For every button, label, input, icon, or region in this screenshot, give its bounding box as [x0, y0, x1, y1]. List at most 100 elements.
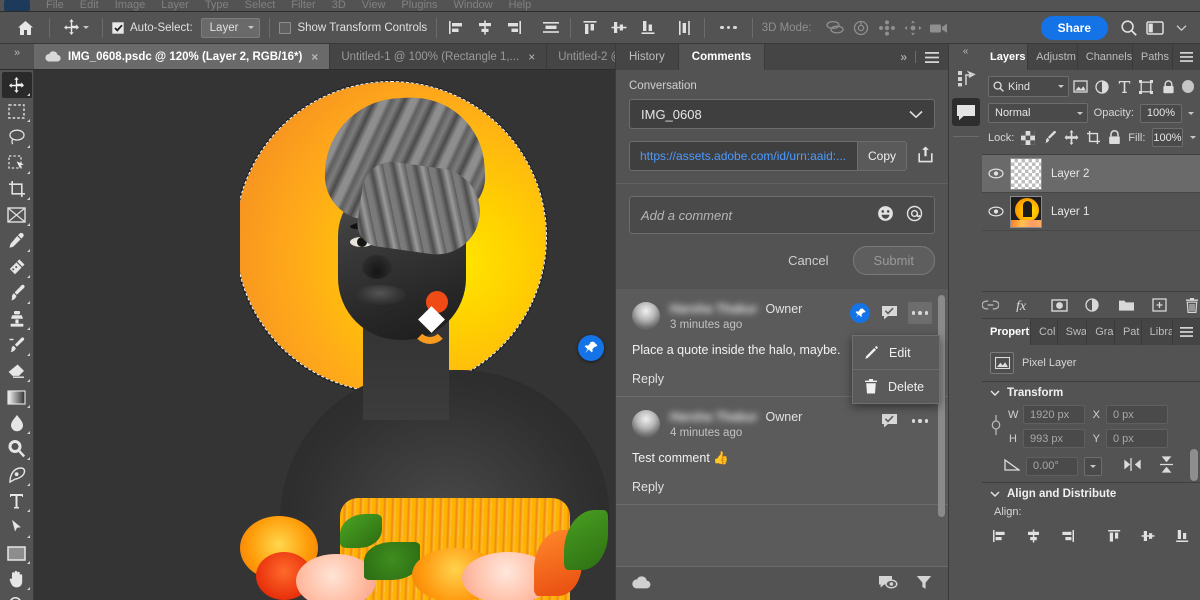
share-button[interactable]: Share: [1040, 15, 1108, 40]
submit-button[interactable]: Submit: [852, 246, 935, 275]
type-tool-icon[interactable]: [2, 488, 32, 514]
active-tool-move-tool-icon[interactable]: [59, 17, 93, 38]
menu-item-window[interactable]: Window: [446, 0, 501, 11]
align-vertical-centers-icon[interactable]: [609, 18, 629, 38]
width-input[interactable]: 1920 px: [1023, 405, 1085, 424]
filter-pixel-icon[interactable]: [1069, 76, 1091, 97]
fill-value[interactable]: 100%: [1152, 128, 1183, 147]
align-vertical-centers-icon[interactable]: [1139, 526, 1159, 546]
link-layers-icon[interactable]: [982, 296, 999, 314]
menu-item-filter[interactable]: Filter: [283, 0, 323, 11]
more-options-icon[interactable]: [908, 302, 932, 324]
cancel-button[interactable]: Cancel: [776, 247, 840, 274]
tab-comments[interactable]: Comments: [678, 44, 766, 70]
panel-menu-icon[interactable]: [916, 44, 948, 70]
mention-at-icon[interactable]: [906, 205, 923, 225]
collapse-panels-icon[interactable]: «: [963, 44, 969, 58]
lock-artboard-nesting-icon[interactable]: [1086, 130, 1101, 145]
rectangular-marquee-tool-icon[interactable]: [2, 98, 32, 124]
menu-item-edit[interactable]: Edit: [72, 0, 107, 11]
delete-layer-icon[interactable]: [1184, 296, 1200, 314]
align-bottom-edges-icon[interactable]: [1172, 526, 1192, 546]
cloud-sync-icon[interactable]: [632, 575, 651, 592]
close-icon[interactable]: ×: [528, 50, 535, 64]
menu-item-type[interactable]: Type: [197, 0, 237, 11]
expand-panels-icon[interactable]: »: [892, 44, 915, 70]
align-top-edges-icon[interactable]: [1105, 526, 1125, 546]
tab-paths[interactable]: Paths: [1132, 44, 1173, 70]
tab-history[interactable]: History: [616, 44, 679, 70]
lasso-tool-icon[interactable]: [2, 124, 32, 150]
hand-tool-icon[interactable]: [2, 566, 32, 592]
context-menu-item-delete[interactable]: Delete: [853, 369, 939, 403]
search-icon[interactable]: [1116, 15, 1142, 41]
context-menu-item-edit[interactable]: Edit: [853, 336, 939, 369]
comment-pin-icon[interactable]: [850, 303, 870, 323]
menu-item-help[interactable]: Help: [501, 0, 540, 11]
align-top-edges-icon[interactable]: [580, 18, 600, 38]
new-group-icon[interactable]: [1118, 296, 1135, 314]
workspace-chevron-down-icon[interactable]: [1168, 15, 1194, 41]
opacity-chevron-down-icon[interactable]: [1188, 111, 1194, 115]
filters-on-toggle[interactable]: [1181, 80, 1195, 93]
layer-row-layer-2[interactable]: Layer 2: [982, 155, 1200, 193]
layer-row-layer-1[interactable]: Layer 1: [982, 193, 1200, 231]
conversation-dropdown[interactable]: IMG_0608: [629, 99, 935, 129]
move-tool-icon[interactable]: [1, 72, 32, 98]
menu-item-3d[interactable]: 3D: [324, 0, 354, 11]
layer-style-fx-icon[interactable]: fx: [1016, 296, 1034, 314]
camera-3d-icon[interactable]: [926, 15, 952, 41]
distribute-horizontally-icon[interactable]: [541, 18, 561, 38]
canvas-comment-pin-icon[interactable]: [578, 335, 604, 361]
y-input[interactable]: 0 px: [1106, 429, 1168, 448]
tab-layers[interactable]: Layers: [982, 44, 1029, 70]
share-export-icon[interactable]: [916, 145, 935, 167]
eye-icon[interactable]: [982, 206, 1010, 217]
tool-preset-chevron-down-icon[interactable]: [83, 26, 89, 29]
align-section-header[interactable]: Align and Distribute: [982, 483, 1200, 504]
eye-icon[interactable]: [982, 168, 1010, 179]
align-bottom-edges-icon[interactable]: [638, 18, 658, 38]
roll-3d-icon[interactable]: [848, 15, 874, 41]
gradient-tool-icon[interactable]: [2, 384, 32, 410]
show-comments-icon[interactable]: [878, 575, 898, 593]
align-left-edges-icon[interactable]: [990, 526, 1010, 546]
transform-section-header[interactable]: Transform: [982, 382, 1200, 403]
menu-item-image[interactable]: Image: [107, 0, 154, 11]
filter-icon[interactable]: [916, 575, 932, 593]
comments-scrollbar[interactable]: [938, 295, 945, 517]
brush-tool-icon[interactable]: [2, 280, 32, 306]
flip-vertical-icon[interactable]: [1159, 456, 1174, 476]
eyedropper-tool-icon[interactable]: [2, 228, 32, 254]
emoji-icon[interactable]: [877, 205, 894, 225]
expand-panel-icon[interactable]: »: [0, 44, 34, 69]
opacity-value[interactable]: 100%: [1140, 103, 1182, 123]
align-right-edges-icon[interactable]: [504, 18, 524, 38]
slide-3d-icon[interactable]: [900, 15, 926, 41]
show-transform-controls-checkbox[interactable]: [279, 21, 292, 34]
blend-mode-dropdown[interactable]: Normal: [988, 103, 1088, 123]
tab-properties[interactable]: Properties: [982, 319, 1031, 345]
home-icon[interactable]: [10, 15, 40, 41]
reply-button[interactable]: Reply: [632, 480, 932, 494]
filter-type-icon[interactable]: [1113, 76, 1135, 97]
flip-horizontal-icon[interactable]: [1124, 457, 1141, 475]
menu-item-view[interactable]: View: [354, 0, 394, 11]
resolve-comment-icon[interactable]: [877, 302, 901, 324]
comment-input[interactable]: Add a comment: [629, 196, 935, 234]
angle-chevron-down-icon[interactable]: [1084, 456, 1102, 476]
menu-item-plugins[interactable]: Plugins: [393, 0, 445, 11]
tab-adjustments[interactable]: Adjustm: [1028, 44, 1078, 70]
document-canvas[interactable]: [34, 70, 615, 600]
actions-history-icon[interactable]: [952, 64, 980, 92]
pen-tool-icon[interactable]: [2, 462, 32, 488]
path-selection-tool-icon[interactable]: [2, 514, 32, 540]
lock-all-icon[interactable]: [1108, 130, 1121, 145]
pan-3d-icon[interactable]: [874, 15, 900, 41]
workspace-layout-icon[interactable]: [1142, 15, 1168, 41]
comments-list[interactable]: Harsha Thakur Owner 3 minutes ago Place …: [616, 289, 948, 566]
link-dimensions-icon[interactable]: [990, 413, 1002, 440]
spot-healing-brush-tool-icon[interactable]: [2, 254, 32, 280]
eraser-tool-icon[interactable]: [2, 358, 32, 384]
filter-shape-icon[interactable]: [1135, 76, 1157, 97]
